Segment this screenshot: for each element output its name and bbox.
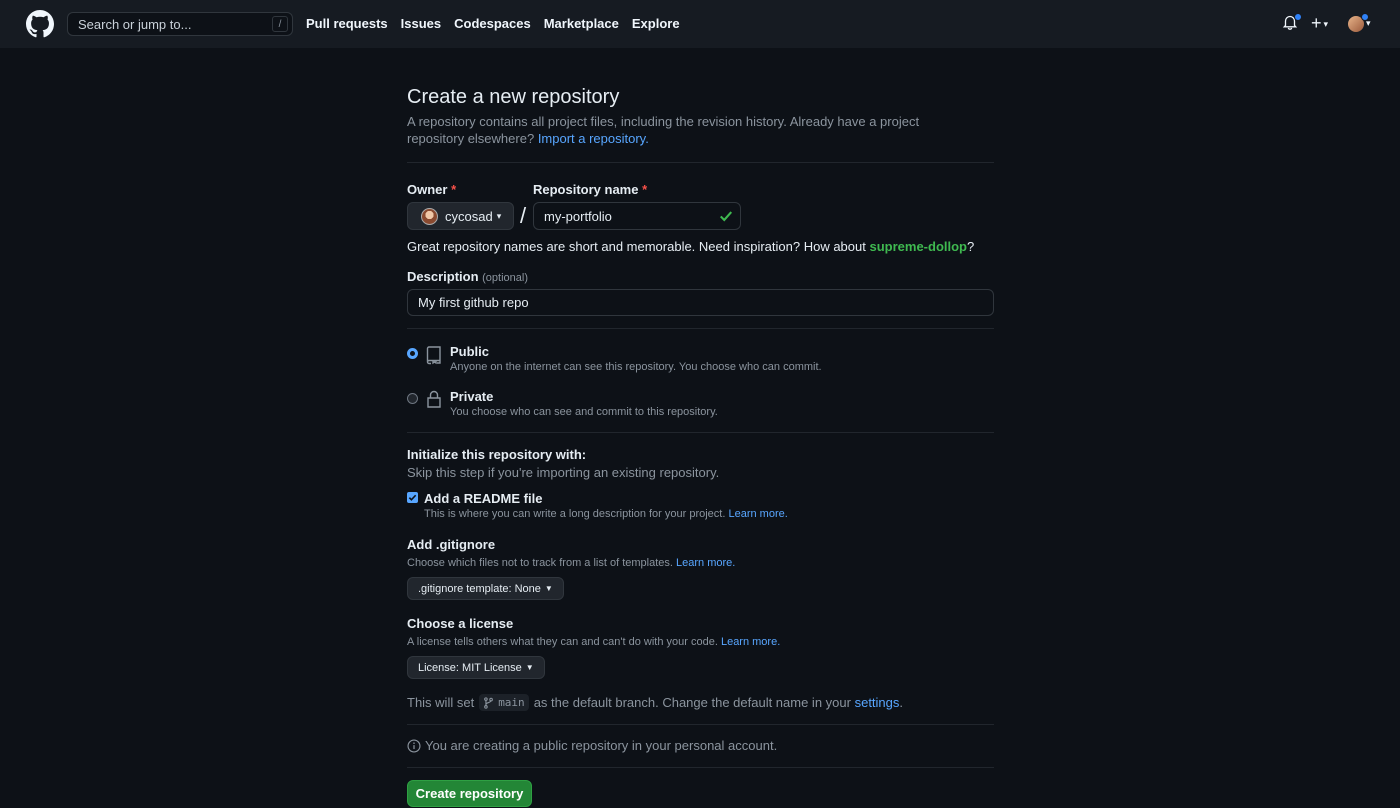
search-shortcut-key: / (272, 16, 288, 32)
init-subtitle: Skip this step if you're importing an ex… (407, 465, 720, 480)
chevron-down-icon[interactable]: ▾ (1366, 18, 1371, 29)
description-input[interactable]: My first github repo (407, 289, 994, 316)
divider (407, 432, 994, 433)
readme-learn-more-link[interactable]: Learn more. (728, 508, 787, 520)
gitignore-description: Choose which files not to track from a l… (407, 557, 736, 569)
readme-description: This is where you can write a long descr… (424, 508, 788, 520)
suggested-name[interactable]: supreme-dollop (869, 239, 967, 254)
license-description: A license tells others what they can and… (407, 636, 781, 648)
divider (407, 724, 994, 725)
top-header: Search or jump to... / Pull requests Iss… (0, 0, 1400, 48)
public-description: Anyone on the internet can see this repo… (450, 361, 822, 373)
repo-name-value: my-portfolio (544, 208, 612, 224)
owner-select[interactable]: cycosad ▾ (407, 202, 514, 230)
repo-icon (426, 346, 441, 365)
optional-note: (optional) (482, 272, 528, 284)
private-radio[interactable] (407, 393, 418, 404)
chevron-down-icon: ▾ (1323, 19, 1329, 30)
required-mark: * (451, 182, 457, 197)
gitignore-label: Add .gitignore (407, 537, 496, 552)
license-select[interactable]: License: MIT License ▼ (407, 656, 545, 679)
lock-icon (427, 390, 441, 408)
user-avatar[interactable] (1348, 13, 1369, 32)
chevron-down-icon: ▼ (544, 584, 553, 593)
git-branch-icon (484, 696, 494, 709)
page-title: Create a new repository (407, 86, 620, 108)
top-nav: Pull requests Issues Codespaces Marketpl… (306, 16, 693, 31)
chevron-down-icon: ▼ (525, 663, 534, 672)
plus-icon: + (1311, 13, 1322, 33)
nav-marketplace[interactable]: Marketplace (544, 16, 619, 31)
license-learn-more-link[interactable]: Learn more. (721, 636, 780, 648)
divider (407, 328, 994, 329)
license-label: Choose a license (407, 616, 514, 631)
required-mark: * (642, 182, 648, 197)
github-logo-icon[interactable] (26, 10, 54, 38)
readme-label[interactable]: Add a README file (424, 491, 542, 506)
chevron-down-icon: ▾ (496, 210, 502, 221)
owner-avatar (421, 207, 438, 225)
repo-name-input[interactable]: my-portfolio (533, 202, 741, 230)
create-new-menu[interactable]: + ▾ (1311, 14, 1328, 33)
notifications-button[interactable] (1282, 13, 1302, 34)
public-radio[interactable] (407, 348, 418, 359)
description-label: Description (optional) (407, 269, 528, 284)
info-icon (407, 738, 421, 753)
public-title: Public (450, 344, 490, 359)
divider (407, 767, 994, 768)
init-title: Initialize this repository with: (407, 447, 587, 462)
intro-text: A repository contains all project files,… (407, 114, 920, 146)
owner-repo-separator: / (520, 203, 527, 228)
notification-dot (1294, 13, 1302, 21)
nav-codespaces[interactable]: Codespaces (454, 16, 531, 31)
private-description: You choose who can see and commit to thi… (450, 406, 718, 418)
check-icon (720, 211, 733, 222)
nav-explore[interactable]: Explore (632, 16, 680, 31)
gitignore-learn-more-link[interactable]: Learn more. (676, 557, 735, 569)
gitignore-template-select[interactable]: .gitignore template: None ▼ (407, 577, 564, 600)
nav-pull-requests[interactable]: Pull requests (306, 16, 388, 31)
repo-name-hint: Great repository names are short and mem… (407, 239, 975, 254)
owner-name: cycosad (445, 208, 493, 224)
private-title: Private (450, 389, 494, 404)
check-icon (408, 494, 417, 501)
default-branch-note: This will set main as the default branch… (407, 694, 904, 711)
readme-checkbox[interactable] (407, 492, 418, 503)
owner-label: Owner * (407, 182, 457, 197)
search-input[interactable]: Search or jump to... / (67, 12, 293, 36)
repo-name-label: Repository name * (533, 182, 648, 197)
visibility-info: You are creating a public repository in … (407, 738, 777, 753)
divider (407, 162, 994, 163)
nav-issues[interactable]: Issues (401, 16, 441, 31)
description-value: My first github repo (418, 295, 529, 310)
settings-link[interactable]: settings (855, 695, 900, 710)
branch-name-tag: main (479, 694, 529, 711)
import-repository-link[interactable]: Import a repository. (538, 131, 649, 146)
search-placeholder: Search or jump to... (78, 16, 192, 32)
create-repository-button[interactable]: Create repository (407, 780, 532, 807)
